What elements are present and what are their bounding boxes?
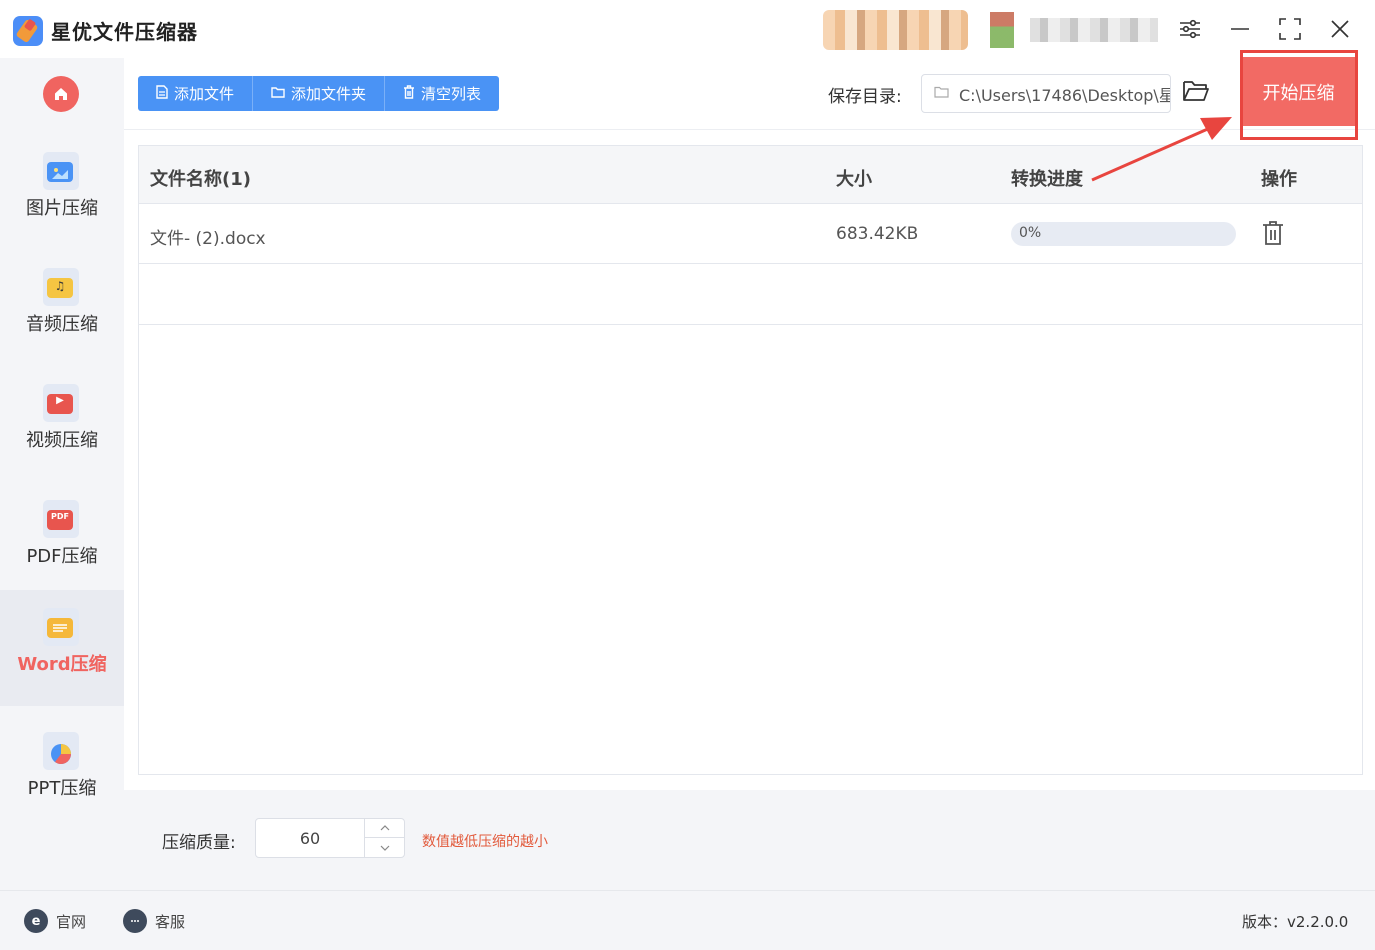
file-table: 文件名称(1) 大小 转换进度 操作 文件- (2).docx 683.42KB… [138, 145, 1363, 775]
add-file-button[interactable]: 添加文件 [138, 76, 254, 111]
delete-icon[interactable] [1261, 220, 1285, 246]
save-directory-field[interactable]: C:\Users\17486\Desktop\星 [921, 74, 1171, 113]
progress-bar: 0% [1011, 222, 1236, 246]
sidebar: 图片压缩 ♫ 音频压缩 ▶ 视频压缩 PDF PDF压缩 Word压缩 PPT压… [0, 58, 124, 890]
app-logo-icon [13, 16, 43, 46]
file-icon [156, 84, 168, 103]
maximize-icon[interactable] [1275, 14, 1305, 44]
title-bar: 星优文件压缩器 [0, 0, 1375, 58]
table-row[interactable]: 文件- (2).docx 683.42KB 0% [139, 204, 1362, 264]
sidebar-item-pdf[interactable]: PDF PDF压缩 [0, 482, 124, 598]
website-label: 官网 [56, 912, 87, 931]
add-folder-label: 添加文件夹 [291, 85, 367, 103]
chevron-down-icon[interactable] [364, 838, 405, 857]
sidebar-item-label: 视频压缩 [26, 430, 98, 451]
sidebar-item-label: PPT压缩 [27, 778, 97, 799]
website-link[interactable]: e 官网 [24, 909, 86, 933]
quality-stepper[interactable]: 60 [255, 818, 405, 858]
progress-text: 0% [1019, 225, 1042, 241]
column-header-action: 操作 [1261, 169, 1297, 190]
support-label: 客服 [155, 912, 186, 931]
quality-hint: 数值越低压缩的越小 [422, 834, 548, 850]
save-directory-label: 保存目录: [828, 87, 902, 107]
ie-icon: e [24, 909, 48, 933]
sliders-icon[interactable] [1175, 14, 1205, 44]
clear-list-label: 清空列表 [421, 85, 482, 103]
app-title: 星优文件压缩器 [51, 20, 198, 44]
sidebar-item-video[interactable]: ▶ 视频压缩 [0, 366, 124, 482]
blurred-avatar [823, 10, 968, 50]
home-icon[interactable] [43, 76, 79, 112]
add-file-label: 添加文件 [174, 85, 235, 103]
ppt-file-icon [43, 732, 79, 770]
word-file-icon [43, 608, 79, 646]
support-link[interactable]: 客服 [123, 909, 185, 933]
image-file-icon [43, 152, 79, 190]
quality-label: 压缩质量: [162, 833, 236, 853]
close-icon[interactable] [1325, 14, 1355, 44]
sidebar-item-ppt[interactable]: PPT压缩 [0, 714, 124, 830]
pdf-glyph: PDF [51, 512, 69, 521]
save-directory-value: C:\Users\17486\Desktop\星 [959, 85, 1171, 105]
quality-value[interactable]: 60 [256, 829, 364, 848]
sidebar-item-label: 图片压缩 [26, 198, 98, 219]
column-header-progress: 转换进度 [1011, 169, 1083, 190]
sidebar-item-word[interactable]: Word压缩 [0, 590, 124, 706]
version-text: 版本：v2.2.0.0 [1242, 913, 1349, 931]
blurred-user-icon [990, 12, 1014, 48]
toolbar: 添加文件 添加文件夹 清空列表 保存目录: C:\Users\17486\Des… [124, 57, 1375, 130]
sidebar-item-label: PDF压缩 [26, 546, 98, 567]
footer: e 官网 客服 版本：v2.2.0.0 [0, 890, 1375, 950]
start-compress-button[interactable]: 开始压缩 [1241, 57, 1356, 126]
video-file-icon: ▶ [43, 384, 79, 422]
minimize-icon[interactable] [1225, 14, 1255, 44]
sidebar-item-audio[interactable]: ♫ 音频压缩 [0, 250, 124, 366]
file-button-group: 添加文件 添加文件夹 清空列表 [138, 76, 500, 111]
sidebar-item-label: 音频压缩 [26, 314, 98, 335]
folder-icon [271, 86, 285, 102]
chevron-up-icon[interactable] [364, 819, 405, 838]
folder-outline-icon [934, 86, 949, 102]
audio-file-icon: ♫ [43, 268, 79, 306]
blurred-username [1030, 18, 1158, 42]
trash-icon [403, 84, 415, 103]
column-header-size: 大小 [836, 169, 872, 190]
clear-list-button[interactable]: 清空列表 [385, 76, 500, 111]
sidebar-item-label: Word压缩 [17, 654, 107, 675]
file-size-cell: 683.42KB [836, 224, 919, 244]
compression-settings: 压缩质量: 60 数值越低压缩的越小 [124, 790, 1375, 890]
file-name-cell: 文件- (2).docx [150, 229, 266, 249]
chat-bubble-icon [123, 909, 147, 933]
column-header-name: 文件名称(1) [150, 169, 251, 190]
sidebar-item-image[interactable]: 图片压缩 [0, 134, 124, 250]
table-header: 文件名称(1) 大小 转换进度 操作 [139, 146, 1362, 204]
add-folder-button[interactable]: 添加文件夹 [253, 76, 386, 111]
browse-folder-icon[interactable] [1182, 78, 1210, 108]
table-row-empty [139, 264, 1362, 325]
pdf-file-icon: PDF [43, 500, 79, 538]
